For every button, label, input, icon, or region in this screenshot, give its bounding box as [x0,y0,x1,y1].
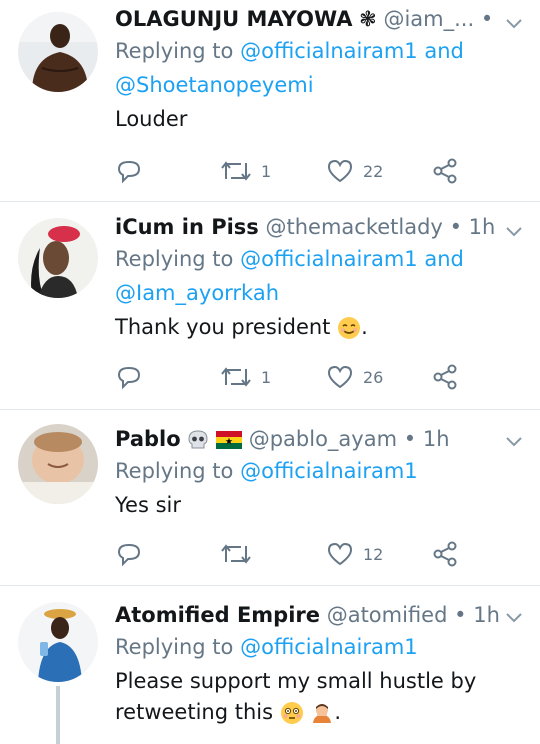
thread-line [56,686,60,744]
mention-link[interactable]: @Iam_ayorrkah [115,281,279,305]
reply-button[interactable] [115,362,143,392]
tweet-text: Thank you president [115,315,331,339]
retweet-icon [221,367,251,387]
replying-to: Replying to @officialnairam1 [115,454,500,488]
handle[interactable]: @iam_... [383,7,474,31]
replying-label: Replying to [115,635,234,659]
smiling-emoji-icon [338,317,361,339]
heart-icon [327,365,353,389]
reply-icon [117,366,141,390]
display-name[interactable]: Pablo [115,427,181,451]
like-count: 26 [363,367,384,387]
mention-link[interactable]: @officialnairam1 [240,39,418,63]
text-suffix: . [334,700,342,724]
flushed-emoji-icon [280,702,303,724]
reply-button[interactable] [115,156,143,186]
chevron-down-icon[interactable] [504,434,524,448]
reply-icon [117,160,141,184]
person-bowing-emoji-icon [313,704,332,723]
like-button[interactable]: 12 [325,539,383,569]
name-badge: ❃ [359,7,377,31]
tweet-4[interactable]: Atomified Empire @atomified • 1h Replyin… [0,586,540,744]
tweet-text-line-2: retweeting this [115,700,274,724]
retweet-icon [221,544,251,564]
avatar[interactable] [18,12,98,92]
chevron-down-icon[interactable] [504,16,524,30]
heart-icon [327,159,353,183]
share-icon [433,158,457,184]
separator: • [454,603,467,627]
like-count: 22 [363,161,384,181]
avatar[interactable] [18,602,98,682]
and-label[interactable]: and [424,39,464,63]
retweet-count: 1 [261,161,272,181]
replying-to: Replying to @officialnairam1 [115,630,500,664]
tweet-text: Yes sir [115,493,181,517]
mention-link[interactable]: @Shoetanopeyemi [115,73,314,97]
handle[interactable]: @atomified [327,603,448,627]
tweet-3[interactable]: Pablo @pablo_ayam • 1h Replying to @offi… [0,410,540,586]
chevron-down-icon[interactable] [504,224,524,238]
share-button[interactable] [431,362,459,392]
tweet-2[interactable]: iCum in Piss @themacketlady • 1h Replyin… [0,202,540,410]
avatar[interactable] [18,424,98,504]
avatar[interactable] [18,218,98,298]
like-button[interactable]: 22 [325,156,383,186]
mention-link[interactable]: @officialnairam1 [240,635,418,659]
and-label[interactable]: and [424,247,464,271]
retweet-button[interactable]: 1 [219,362,271,392]
handle[interactable]: @pablo_ayam [249,427,397,451]
skull-emoji-icon [188,430,208,449]
display-name[interactable]: OLAGUNJU MAYOWA [115,7,352,31]
ghana-flag-icon [216,431,243,449]
tweet-1[interactable]: OLAGUNJU MAYOWA ❃ @iam_... • 1h Replying… [0,0,540,202]
timestamp[interactable]: 1h [473,603,500,627]
retweet-button[interactable] [219,539,261,569]
chevron-down-icon[interactable] [504,610,524,624]
timestamp[interactable]: 1h [469,215,496,239]
mention-link[interactable]: @officialnairam1 [240,247,418,271]
like-button[interactable]: 26 [325,362,383,392]
tweet-text: Louder [115,107,188,131]
replying-to: Replying to @officialnairam1 and [115,34,500,68]
replying-label: Replying to [115,247,234,271]
share-button[interactable] [431,156,459,186]
text-suffix: . [361,315,368,339]
reply-icon [117,543,141,567]
tweet-text-line-1: Please support my small hustle by [115,669,477,693]
display-name[interactable]: Atomified Empire [115,603,320,627]
mention-link[interactable]: @officialnairam1 [240,459,418,483]
separator: • [449,215,462,239]
retweet-count: 1 [261,367,272,387]
share-button[interactable] [431,539,459,569]
replying-label: Replying to [115,459,234,483]
share-icon [433,364,457,390]
like-count: 12 [363,544,384,564]
reply-button[interactable] [115,539,143,569]
replying-to: Replying to @officialnairam1 and [115,242,500,276]
separator: • [403,427,417,451]
retweet-icon [221,161,251,181]
display-name[interactable]: iCum in Piss [115,215,259,239]
timestamp[interactable]: 1h [423,427,450,451]
share-icon [433,541,457,567]
heart-icon [327,542,353,566]
separator: • [480,7,494,31]
handle[interactable]: @themacketlady [266,215,443,239]
replying-label: Replying to [115,39,234,63]
retweet-button[interactable]: 1 [219,156,271,186]
